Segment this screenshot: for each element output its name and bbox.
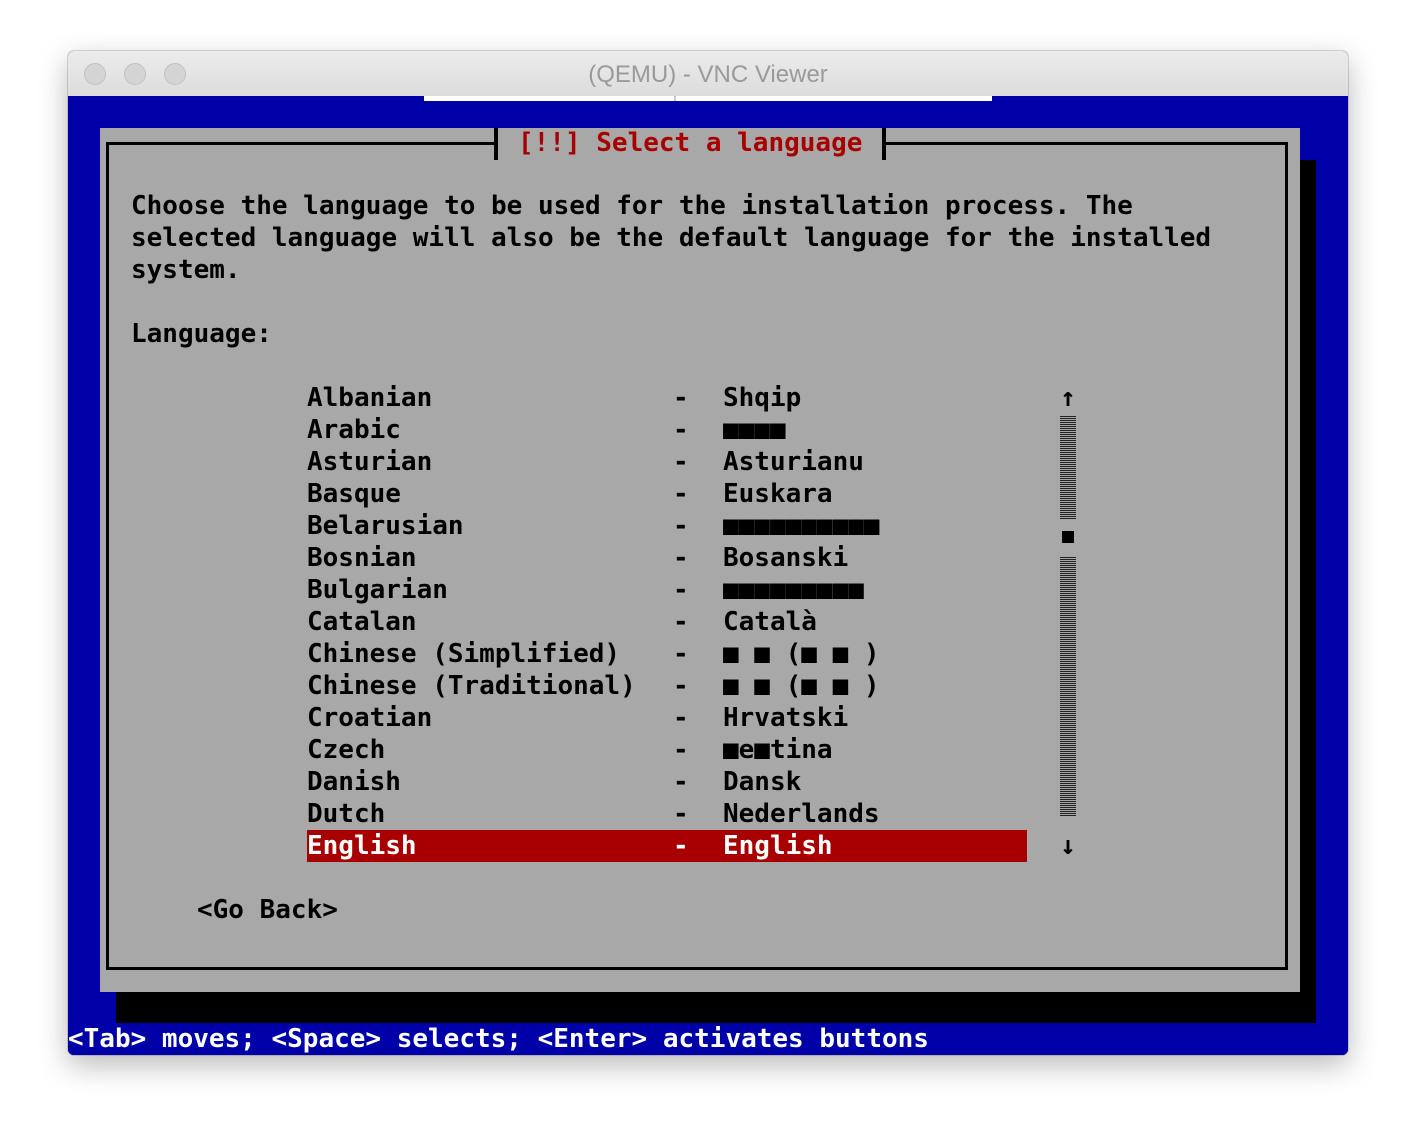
language-name: English: [307, 831, 417, 861]
language-name: Czech: [307, 735, 386, 765]
language-native-name: ■■■■: [723, 415, 786, 445]
language-option[interactable]: Catalan - Català: [307, 606, 1027, 638]
language-separator: -: [673, 607, 689, 637]
language-name: Bosnian: [307, 543, 417, 573]
window-title: (QEMU) - VNC Viewer: [588, 61, 828, 88]
scroll-track-lower[interactable]: [1060, 557, 1076, 816]
language-name: Danish: [307, 767, 401, 797]
language-native-name: Català: [723, 607, 817, 637]
language-option[interactable]: Albanian - Shqip: [307, 382, 1027, 414]
language-name: Albanian: [307, 383, 433, 413]
language-native-name: Hrvatski: [723, 703, 849, 733]
installer-screen: [!!] Select a language Choose the langua…: [68, 96, 1348, 1055]
language-name: Bulgarian: [307, 575, 448, 605]
language-name: Chinese (Simplified): [307, 639, 621, 669]
language-native-name: Euskara: [723, 479, 833, 509]
language-separator: -: [673, 479, 689, 509]
language-separator: -: [673, 703, 689, 733]
language-name: Asturian: [307, 447, 433, 477]
language-name: Chinese (Traditional): [307, 671, 636, 701]
language-separator: -: [673, 383, 689, 413]
dialog-title: [!!] Select a language: [494, 128, 887, 160]
language-name: Dutch: [307, 799, 386, 829]
language-native-name: Asturianu: [723, 447, 864, 477]
language-option[interactable]: Bosnian - Bosanski: [307, 542, 1027, 574]
language-name: Belarusian: [307, 511, 464, 541]
language-separator: -: [673, 447, 689, 477]
language-option[interactable]: Bulgarian - ■■■■■■■■■: [307, 574, 1027, 606]
language-native-name: ■ ■ (■ ■ ): [723, 639, 880, 669]
language-native-name: English: [723, 831, 833, 861]
language-name: Catalan: [307, 607, 417, 637]
language-separator: -: [673, 511, 689, 541]
language-option[interactable]: Croatian - Hrvatski: [307, 702, 1027, 734]
language-separator: -: [673, 543, 689, 573]
vnc-viewer-window: (QEMU) - VNC Viewer [!!] Select a langua…: [68, 51, 1348, 1055]
window-titlebar: (QEMU) - VNC Viewer: [68, 51, 1348, 97]
language-option[interactable]: Basque - Euskara: [307, 478, 1027, 510]
language-separator: -: [673, 767, 689, 797]
language-native-name: ■■■■■■■■■■: [723, 511, 880, 541]
language-separator: -: [673, 831, 689, 861]
language-name: Basque: [307, 479, 401, 509]
language-option[interactable]: Chinese (Traditional) - ■ ■ (■ ■ ): [307, 670, 1027, 702]
language-list-label: Language:: [131, 319, 272, 349]
dialog-description: Choose the language to be used for the i…: [131, 191, 1212, 285]
language-option[interactable]: Danish - Dansk: [307, 766, 1027, 798]
top-strip: [424, 96, 992, 101]
language-separator: -: [673, 799, 689, 829]
scroll-up-icon[interactable]: ↑: [1056, 382, 1080, 414]
scroll-track-upper[interactable]: [1060, 416, 1076, 519]
scroll-down-icon[interactable]: ↓: [1056, 830, 1080, 862]
language-option[interactable]: Asturian - Asturianu: [307, 446, 1027, 478]
language-dialog: [!!] Select a language Choose the langua…: [100, 128, 1300, 992]
language-option[interactable]: Belarusian - ■■■■■■■■■■: [307, 510, 1027, 542]
language-native-name: Shqip: [723, 383, 802, 413]
language-native-name: Bosanski: [723, 543, 849, 573]
language-native-name: ■ ■ (■ ■ ): [723, 671, 880, 701]
language-separator: -: [673, 575, 689, 605]
language-separator: -: [673, 639, 689, 669]
language-option[interactable]: Arabic - ■■■■: [307, 414, 1027, 446]
go-back-button[interactable]: <Go Back>: [197, 894, 338, 926]
status-bar: <Tab> moves; <Space> selects; <Enter> ac…: [68, 1023, 1348, 1055]
language-name: Croatian: [307, 703, 433, 733]
language-option[interactable]: Dutch - Nederlands: [307, 798, 1027, 830]
language-separator: -: [673, 671, 689, 701]
language-separator: -: [673, 415, 689, 445]
language-separator: -: [673, 735, 689, 765]
scroll-thumb[interactable]: [1062, 531, 1074, 543]
language-native-name: ■■■■■■■■■: [723, 575, 864, 605]
language-scrollbar[interactable]: ↑ ↓: [1060, 382, 1076, 862]
language-option[interactable]: Chinese (Simplified) - ■ ■ (■ ■ ): [307, 638, 1027, 670]
language-option[interactable]: Czech - ■e■tina: [307, 734, 1027, 766]
language-name: Arabic: [307, 415, 401, 445]
language-native-name: Nederlands: [723, 799, 880, 829]
language-list: Albanian - Shqip Arabic - ■■■■ Asturian - Asturi…: [307, 382, 1027, 862]
language-native-name: ■e■tina: [723, 735, 833, 765]
language-native-name: Dansk: [723, 767, 802, 797]
language-option[interactable]: English - English: [307, 830, 1027, 862]
